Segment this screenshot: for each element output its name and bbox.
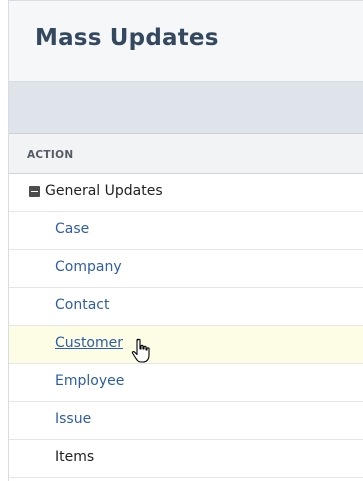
collapse-icon[interactable] [29, 185, 40, 197]
list-item: Customer [9, 326, 363, 364]
mass-updates-panel: Mass Updates ACTION General Updates Case… [8, 0, 363, 481]
page-title: Mass Updates [35, 25, 219, 51]
link-issue[interactable]: Issue [55, 411, 91, 427]
column-header-action: ACTION [27, 149, 74, 161]
link-company[interactable]: Company [55, 259, 122, 275]
list-item: Items [9, 440, 363, 478]
title-bar: Mass Updates [9, 0, 363, 82]
list-item: Company [9, 250, 363, 288]
group-row-general-updates[interactable]: General Updates [9, 174, 363, 212]
link-case[interactable]: Case [55, 221, 89, 237]
list-item: Issue [9, 402, 363, 440]
group-label: General Updates [45, 183, 163, 199]
link-contact[interactable]: Contact [55, 297, 109, 313]
list-item: Contact [9, 288, 363, 326]
group-toggle[interactable]: General Updates [29, 183, 163, 199]
link-employee[interactable]: Employee [55, 373, 124, 389]
list-item: Case [9, 212, 363, 250]
list-item: Employee [9, 364, 363, 402]
link-customer[interactable]: Customer [55, 335, 123, 351]
table-header: ACTION [9, 134, 363, 174]
toolbar-band [9, 82, 363, 134]
item-items: Items [55, 449, 95, 465]
